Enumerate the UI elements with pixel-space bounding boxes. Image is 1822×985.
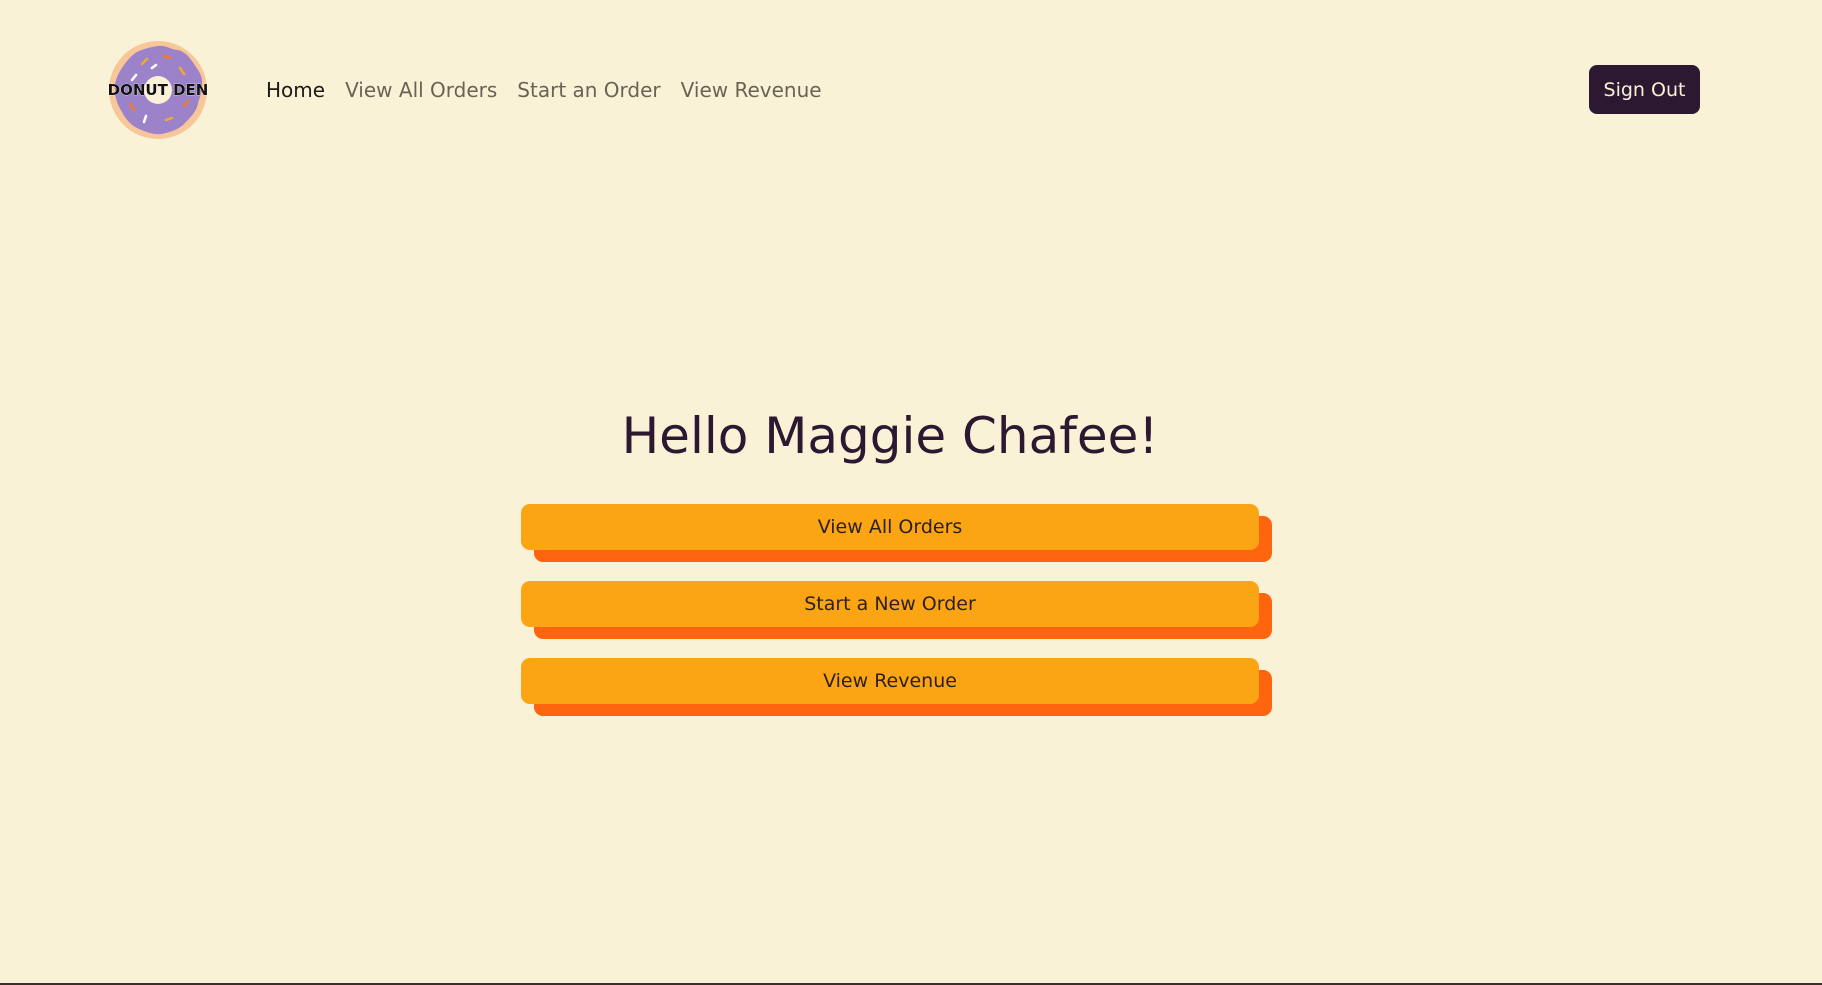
action-list: View All Orders Start a New Order View R… [521, 504, 1272, 735]
action-card: View All Orders [521, 504, 1272, 562]
nav-item-view-all-orders[interactable]: View All Orders [345, 77, 497, 103]
action-card: Start a New Order [521, 581, 1272, 639]
start-new-order-button[interactable]: Start a New Order [521, 581, 1259, 627]
logo-wordmark: DONUT DEN [108, 81, 209, 99]
navbar: DONUT DEN Home View All Orders Start an … [0, 0, 1822, 180]
page: DONUT DEN Home View All Orders Start an … [0, 0, 1822, 985]
primary-nav: Home View All Orders Start an Order View… [266, 77, 822, 103]
sign-out-button[interactable]: Sign Out [1589, 65, 1700, 114]
greeting-heading: Hello Maggie Chafee! [621, 407, 1159, 465]
nav-item-view-revenue[interactable]: View Revenue [681, 77, 822, 103]
nav-item-home[interactable]: Home [266, 77, 325, 103]
view-revenue-button[interactable]: View Revenue [521, 658, 1259, 704]
action-card: View Revenue [521, 658, 1272, 716]
brand-logo[interactable]: DONUT DEN [106, 40, 210, 140]
donut-logo-icon: DONUT DEN [107, 41, 209, 139]
nav-item-start-an-order[interactable]: Start an Order [517, 77, 660, 103]
view-all-orders-button[interactable]: View All Orders [521, 504, 1259, 550]
